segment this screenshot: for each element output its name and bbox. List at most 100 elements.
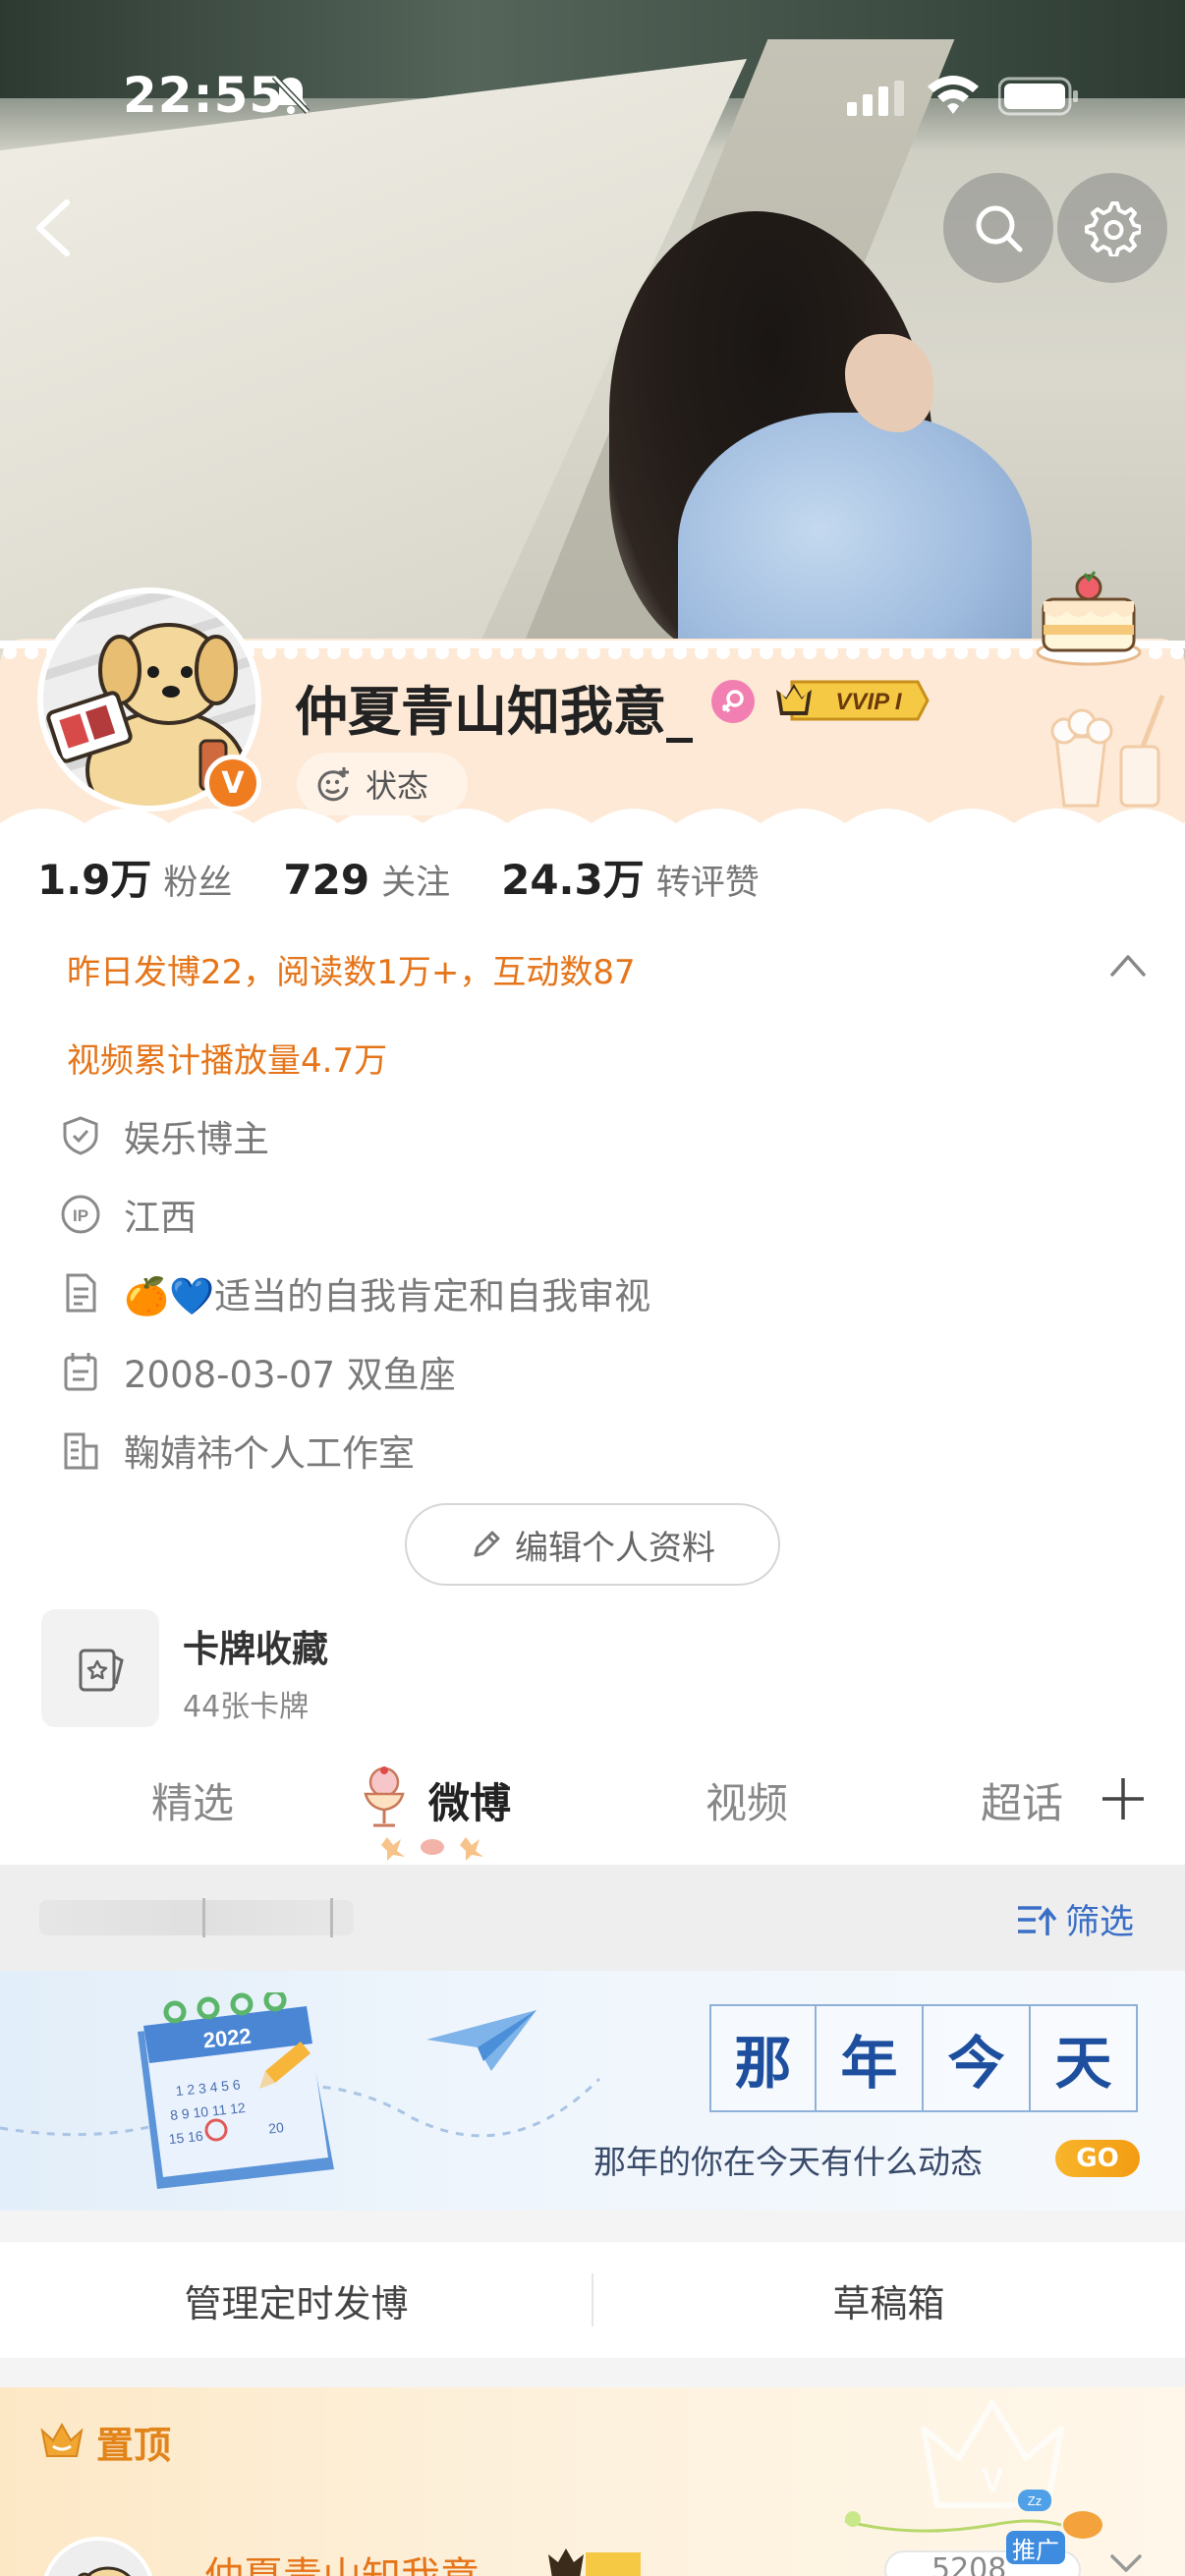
lace-dot: [846, 645, 860, 659]
likes-count[interactable]: 24.3万: [501, 847, 645, 907]
lace-dot: [781, 645, 795, 659]
info-company: 鞠婧祎个人工作室: [59, 1423, 415, 1478]
lace-dot: [630, 645, 644, 659]
sparkle-deco-icon: [381, 1837, 483, 1861]
tab-featured[interactable]: 精选: [151, 1770, 234, 1830]
go-button[interactable]: GO: [1055, 2140, 1140, 2177]
info-birthday: 2008-03-07 双鱼座: [59, 1344, 456, 1399]
lace-dot: [868, 645, 881, 659]
lace-dot: [500, 645, 514, 659]
filter-button[interactable]: 筛选: [1016, 1894, 1134, 1944]
promo-badge[interactable]: 推广: [1006, 2531, 1065, 2564]
bell-off-icon: [271, 74, 310, 115]
status-chip[interactable]: 状态: [297, 753, 468, 815]
lace-dot: [738, 645, 752, 659]
battery-icon: [998, 77, 1078, 116]
card-collection-title[interactable]: 卡牌收藏: [183, 1619, 328, 1672]
followers-label[interactable]: 粉丝: [163, 855, 232, 905]
following-count[interactable]: 729: [283, 856, 369, 904]
lace-dot: [306, 645, 319, 659]
vip-label: VVIP I: [835, 689, 902, 715]
lace-dot: [25, 645, 38, 659]
followers-count[interactable]: 1.9万: [37, 847, 151, 907]
sleeping-cat-deco-icon: Zz: [844, 2490, 1102, 2539]
post-author-name[interactable]: 仲夏青山知我意_: [204, 2545, 499, 2576]
lace-dot: [587, 645, 600, 659]
lace-dot: [889, 645, 903, 659]
chevron-down-icon[interactable]: [1108, 2552, 1144, 2576]
lace-dot: [284, 645, 298, 659]
lace-dot: [716, 645, 730, 659]
ip-text: 江西: [124, 1197, 197, 1239]
shield-icon: [63, 1116, 98, 1155]
pinned-label: 置顶: [96, 2424, 172, 2467]
search-button[interactable]: [943, 173, 1053, 283]
lace-dot: [695, 645, 708, 659]
ice-cream-icon: [364, 1766, 405, 1827]
lace-dot: [479, 645, 492, 659]
post-count: 5208: [931, 2552, 1007, 2576]
video-summary[interactable]: 视频累计播放量4.7万: [67, 1034, 387, 1082]
edit-profile-label: 编辑个人资料: [515, 1528, 715, 1568]
title-char: 今: [924, 2004, 1031, 2112]
status-bar: 22:55: [0, 0, 1185, 187]
edit-profile-button[interactable]: 编辑个人资料: [405, 1503, 780, 1586]
lace-dot: [911, 645, 925, 659]
company-text[interactable]: 鞠婧祎个人工作室: [124, 1424, 415, 1477]
verified-badge: V: [204, 755, 261, 812]
drafts-button[interactable]: 草稿箱: [592, 2273, 1185, 2327]
chevron-left-icon[interactable]: [28, 196, 83, 259]
vip-badge[interactable]: VVIP I: [772, 676, 930, 725]
document-icon: [66, 1273, 96, 1313]
actions-divider: [592, 2273, 593, 2326]
lace-dot: [1149, 645, 1162, 659]
manage-scheduled-posts-button[interactable]: 管理定时发博: [0, 2273, 592, 2327]
lace-dot: [370, 645, 384, 659]
on-this-day-subtitle: 那年的你在今天有什么动态: [593, 2143, 983, 2181]
chevron-up-icon[interactable]: [1108, 951, 1148, 979]
status-time: 22:55: [123, 67, 285, 124]
plus-icon[interactable]: [1099, 1774, 1148, 1823]
title-char: 那: [709, 2004, 817, 2112]
gear-icon: [1085, 201, 1141, 256]
filter-label: 筛选: [1065, 1903, 1135, 1942]
stats-row: 1.9万 粉丝 729 关注 24.3万 转评赞: [37, 847, 811, 906]
lace-dot: [824, 645, 838, 659]
search-icon: [976, 205, 1023, 252]
status-chip-label: 状态: [366, 767, 429, 805]
card-star-icon: [79, 1649, 124, 1692]
yesterday-summary[interactable]: 昨日发博22，阅读数1万+，互动数87: [67, 945, 636, 993]
card-collection-subtitle: 44张卡牌: [183, 1690, 310, 1724]
role-text: 娱乐博主: [124, 1118, 269, 1160]
building-icon: [64, 1432, 98, 1470]
info-bio: 🍊💙适当的自我肯定和自我审视: [59, 1265, 650, 1320]
following-label[interactable]: 关注: [381, 855, 450, 905]
on-this-day-title: 那 年 今 天: [709, 2004, 1138, 2112]
ip-icon: IP: [61, 1195, 100, 1234]
lace-dot: [760, 645, 773, 659]
on-this-day-banner[interactable]: 2022 1 2 3 4 5 6 8 9 10 11 12 15 16 20 那…: [0, 1971, 1185, 2211]
lace-dot: [392, 645, 406, 659]
wifi-icon: [928, 76, 979, 114]
lace-dot: [803, 645, 817, 659]
lace-dot: [349, 645, 363, 659]
profile-tabs: 精选 微博 视频 超话: [0, 1759, 1185, 1867]
calendar-year: 2022: [202, 2024, 253, 2053]
smile-plus-icon: [317, 767, 349, 802]
settings-button[interactable]: [1057, 173, 1167, 283]
signal-icon: [847, 81, 904, 116]
filter-divider: [202, 1898, 205, 1937]
card-collection-icon-box[interactable]: [41, 1609, 159, 1727]
likes-label[interactable]: 转评赞: [656, 855, 760, 905]
popcorn-sticker-icon: [1050, 695, 1165, 808]
tab-weibo[interactable]: 微博: [428, 1770, 511, 1830]
lace-dot: [673, 645, 687, 659]
tab-video[interactable]: 视频: [705, 1770, 788, 1830]
lace-dot: [997, 645, 1011, 659]
title-char: 天: [1031, 2004, 1138, 2112]
filter-options-blurred[interactable]: [39, 1900, 354, 1935]
lace-dot: [327, 645, 341, 659]
tab-supertopic[interactable]: 超话: [981, 1770, 1063, 1830]
filter-sort-icon: [1018, 1905, 1057, 1935]
svg-text:IP: IP: [73, 1206, 88, 1225]
